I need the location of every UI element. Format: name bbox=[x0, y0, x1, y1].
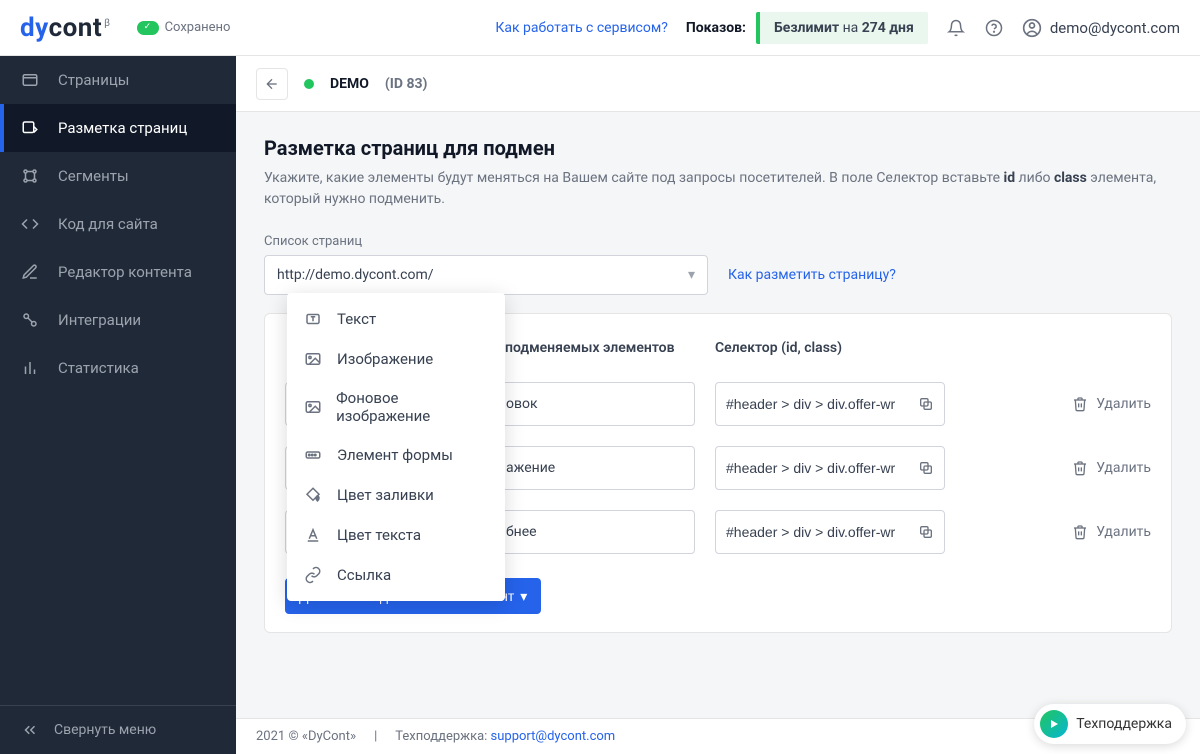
logo-beta: β bbox=[104, 18, 110, 29]
how-to-use-link[interactable]: Как работать с сервисом? bbox=[495, 20, 667, 36]
how-markup-link[interactable]: Как разметить страницу? bbox=[728, 267, 896, 283]
sidebar-item-label: Разметка страниц bbox=[58, 119, 187, 137]
project-id: (ID 83) bbox=[385, 76, 428, 92]
sidebar-item-segments[interactable]: Сегменты bbox=[0, 152, 236, 200]
impressions-label: Показов: bbox=[686, 20, 746, 36]
segments-icon bbox=[20, 166, 40, 186]
page-select[interactable]: http://demo.dycont.com/ ▾ bbox=[264, 255, 708, 295]
page-list-label: Список страниц bbox=[264, 234, 1172, 249]
sidebar-item-label: Код для сайта bbox=[58, 215, 158, 233]
impressions-block: Показов: Безлимит на 274 дня bbox=[686, 12, 928, 44]
selector-input[interactable] bbox=[715, 446, 945, 490]
delete-button[interactable]: Удалить bbox=[1072, 460, 1151, 476]
element-type-dropdown: Текст Изображение Фоновое изображение Эл… bbox=[287, 293, 505, 601]
saved-indicator: Сохранено bbox=[137, 20, 231, 35]
sidebar-item-pages[interactable]: Страницы bbox=[0, 56, 236, 104]
impressions-badge: Безлимит на 274 дня bbox=[756, 12, 928, 44]
copy-icon[interactable] bbox=[918, 524, 934, 540]
help-icon[interactable] bbox=[984, 18, 1004, 38]
project-topbar: DEMO (ID 83) bbox=[236, 56, 1200, 112]
trash-icon bbox=[1072, 460, 1088, 476]
editor-icon bbox=[20, 262, 40, 282]
collapse-icon bbox=[20, 720, 40, 740]
copy-icon[interactable] bbox=[918, 396, 934, 412]
col-selector-header: Селектор (id, class) bbox=[715, 340, 1025, 356]
badge-unlimited-text: Безлимит bbox=[774, 20, 839, 36]
status-dot-active bbox=[304, 79, 314, 89]
logo[interactable]: dycontβ bbox=[20, 13, 111, 43]
user-icon bbox=[1022, 18, 1042, 38]
delete-button[interactable]: Удалить bbox=[1072, 524, 1151, 540]
sidebar-item-label: Редактор контента bbox=[58, 263, 192, 281]
sidebar: Страницы Разметка страниц Сегменты Код д… bbox=[0, 56, 236, 754]
badge-na-text: на bbox=[839, 20, 862, 36]
user-email: demo@dycont.com bbox=[1050, 19, 1180, 37]
sidebar-item-editor[interactable]: Редактор контента bbox=[0, 248, 236, 296]
form-icon bbox=[303, 445, 323, 465]
selector-input[interactable] bbox=[715, 382, 945, 426]
selector-input[interactable] bbox=[715, 510, 945, 554]
delete-button[interactable]: Удалить bbox=[1072, 396, 1151, 412]
logo-prefix: dy bbox=[20, 13, 49, 43]
play-icon bbox=[1040, 710, 1068, 738]
sidebar-item-integrations[interactable]: Интеграции bbox=[0, 296, 236, 344]
dropdown-item-fill-color[interactable]: Цвет заливки bbox=[287, 475, 505, 515]
image-icon bbox=[303, 349, 323, 369]
page-title: Разметка страниц для подмен bbox=[264, 136, 1172, 160]
trash-icon bbox=[1072, 524, 1088, 540]
collapse-label: Свернуть меню bbox=[54, 722, 156, 738]
badge-days-text: 274 дня bbox=[862, 20, 914, 36]
link-icon bbox=[303, 565, 323, 585]
page-subtitle: Укажите, какие элементы будут меняться н… bbox=[264, 168, 1164, 210]
sidebar-item-markup[interactable]: Разметка страниц bbox=[0, 104, 236, 152]
copy-icon[interactable] bbox=[918, 460, 934, 476]
page-select-value: http://demo.dycont.com/ bbox=[277, 267, 434, 283]
bg-image-icon bbox=[303, 397, 322, 417]
pages-icon bbox=[20, 70, 40, 90]
dropdown-item-bg-image[interactable]: Фоновое изображение bbox=[287, 379, 505, 435]
text-icon bbox=[303, 309, 323, 329]
dropdown-item-link[interactable]: Ссылка bbox=[287, 555, 505, 595]
dropdown-item-image[interactable]: Изображение bbox=[287, 339, 505, 379]
support-widget-label: Техподдержка bbox=[1076, 716, 1172, 732]
trash-icon bbox=[1072, 396, 1088, 412]
dropdown-item-text[interactable]: Текст bbox=[287, 299, 505, 339]
copyright: 2021 © «DyCont» bbox=[256, 729, 356, 744]
code-icon bbox=[20, 214, 40, 234]
sidebar-item-code[interactable]: Код для сайта bbox=[0, 200, 236, 248]
sidebar-collapse-button[interactable]: Свернуть меню bbox=[0, 705, 236, 754]
logo-suffix: cont bbox=[49, 13, 103, 43]
cloud-check-icon bbox=[137, 21, 159, 35]
bell-icon[interactable] bbox=[946, 18, 966, 38]
app-header: dycontβ Сохранено Как работать с сервисо… bbox=[0, 0, 1200, 56]
user-menu[interactable]: demo@dycont.com bbox=[1022, 18, 1180, 38]
saved-label: Сохранено bbox=[165, 20, 231, 35]
sidebar-item-label: Интеграции bbox=[58, 311, 141, 329]
support-widget[interactable]: Техподдержка bbox=[1034, 704, 1186, 744]
sidebar-item-stats[interactable]: Статистика bbox=[0, 344, 236, 392]
sidebar-item-label: Статистика bbox=[58, 359, 139, 377]
markup-icon bbox=[20, 118, 40, 138]
chevron-down-icon: ▾ bbox=[688, 267, 695, 283]
sidebar-item-label: Сегменты bbox=[58, 167, 129, 185]
project-name: DEMO bbox=[330, 76, 369, 92]
support-email-link[interactable]: support@dycont.com bbox=[491, 729, 616, 744]
chevron-down-icon: ▾ bbox=[520, 588, 527, 605]
integrations-icon bbox=[20, 310, 40, 330]
back-button[interactable] bbox=[256, 68, 288, 100]
sidebar-item-label: Страницы bbox=[58, 71, 129, 89]
dropdown-item-text-color[interactable]: Цвет текста bbox=[287, 515, 505, 555]
text-color-icon bbox=[303, 525, 323, 545]
stats-icon bbox=[20, 358, 40, 378]
dropdown-item-form[interactable]: Элемент формы bbox=[287, 435, 505, 475]
support-label: Техподдержка: support@dycont.com bbox=[395, 729, 615, 744]
fill-color-icon bbox=[303, 485, 323, 505]
